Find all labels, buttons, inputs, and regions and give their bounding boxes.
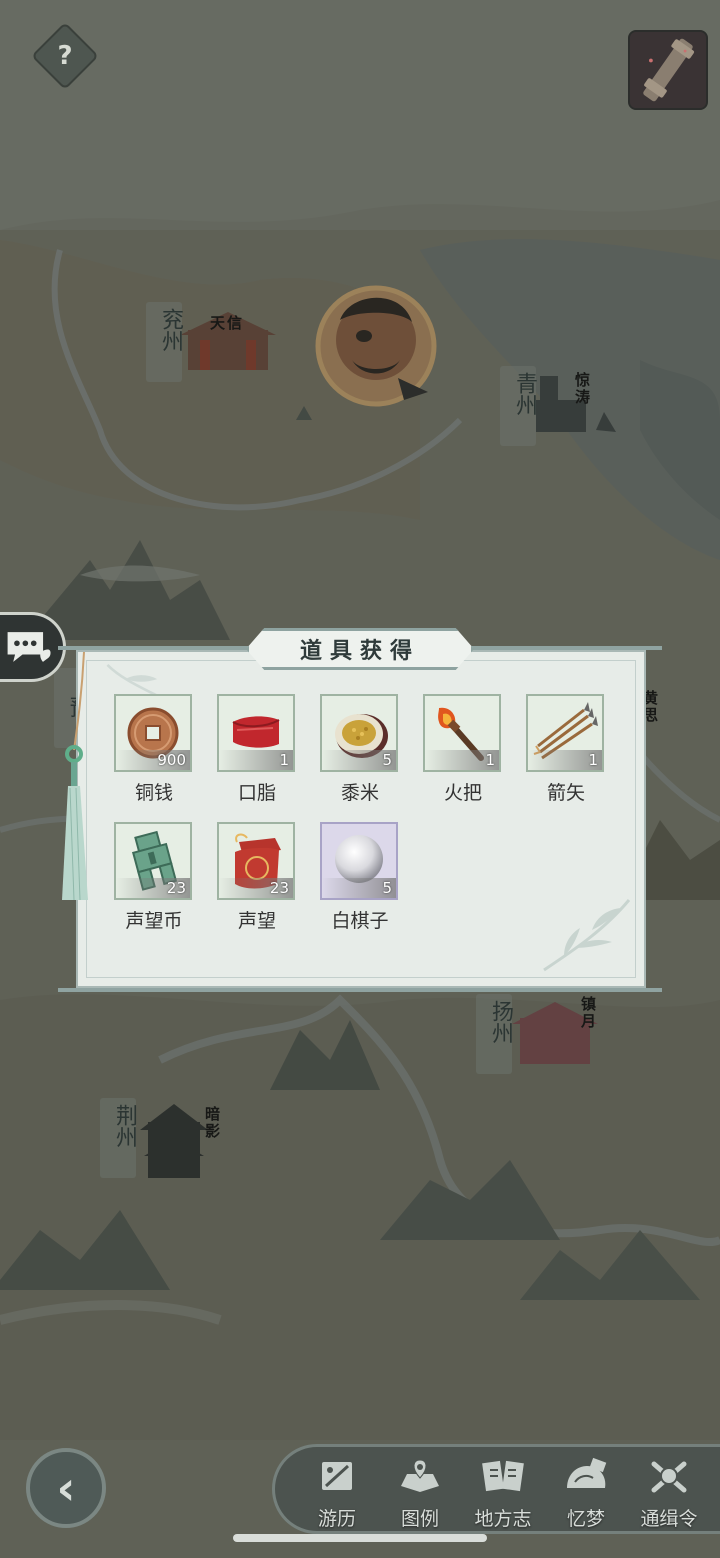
item-name: 铜钱 xyxy=(134,782,173,804)
nav-item-gazetteer[interactable]: 地方志 xyxy=(460,1456,546,1531)
panel-rule-bottom xyxy=(58,988,662,992)
scroll-tool-button[interactable] xyxy=(628,30,708,110)
item-quantity: 23 xyxy=(219,878,293,898)
item-quantity: 1 xyxy=(425,750,499,770)
scroll-tool-icon xyxy=(630,32,706,108)
item-quantity: 1 xyxy=(219,750,293,770)
item-quantity: 23 xyxy=(116,878,190,898)
dream-icon xyxy=(567,1457,607,1488)
item-name: 黍米 xyxy=(340,782,379,804)
nav-label: 图例 xyxy=(400,1508,439,1530)
item-slot: 23 xyxy=(217,822,295,900)
reward-item[interactable]: 23 声望币 xyxy=(114,822,194,933)
item-quantity: 5 xyxy=(322,878,396,898)
bamboo-decoration-icon xyxy=(543,899,631,972)
item-slot: 1 xyxy=(423,694,501,772)
item-quantity: 1 xyxy=(528,750,602,770)
home-indicator[interactable] xyxy=(233,1534,487,1542)
gazetteer-icon xyxy=(482,1460,524,1492)
nav-label: 游历 xyxy=(317,1508,356,1530)
reward-item[interactable]: 1 口脂 xyxy=(217,694,297,805)
nav-label: 忆梦 xyxy=(566,1508,605,1530)
nav-item-dream[interactable]: 忆梦 xyxy=(543,1456,629,1531)
city-label-jingzhou[interactable]: 荆州 xyxy=(100,1098,137,1178)
jade-tassel-icon xyxy=(62,652,88,901)
nav-item-travel[interactable]: 游历 xyxy=(294,1456,380,1531)
reward-item[interactable]: 1 箭矢 xyxy=(526,694,606,805)
item-quantity: 900 xyxy=(116,750,190,770)
item-quantity: 5 xyxy=(322,750,396,770)
item-slot: 5 xyxy=(320,822,398,900)
place-name-zhenyue: 镇月 xyxy=(579,996,597,1030)
reward-panel-title: 道具获得 xyxy=(246,628,474,670)
city-label-yangzhou[interactable]: 扬州 xyxy=(476,994,513,1074)
back-button[interactable]: ‹ xyxy=(26,1448,106,1528)
place-name-tianxin: 天信 xyxy=(210,314,245,332)
wanted-icon xyxy=(651,1461,687,1493)
city-label-qingzhou[interactable]: 青州 xyxy=(500,366,537,446)
legend-icon xyxy=(401,1459,439,1492)
reward-item[interactable]: 5 黍米 xyxy=(320,694,400,805)
reward-item[interactable]: 23 声望 xyxy=(217,822,297,933)
item-name: 火把 xyxy=(443,782,482,804)
place-name-anying: 暗影 xyxy=(203,1106,221,1140)
nav-item-legend[interactable]: 图例 xyxy=(377,1456,463,1531)
back-arrow-icon: ‹ xyxy=(56,1461,76,1515)
item-slot: 900 xyxy=(114,694,192,772)
reward-item[interactable]: 1 火把 xyxy=(423,694,503,805)
reward-item[interactable]: 5 白棋子 xyxy=(320,822,400,933)
item-name: 口脂 xyxy=(237,782,276,804)
nav-item-wanted[interactable]: 通缉令 xyxy=(626,1456,712,1531)
chat-button[interactable] xyxy=(0,612,66,682)
reward-item[interactable]: 900 铜钱 xyxy=(114,694,194,805)
question-icon: ? xyxy=(57,41,73,71)
city-label-yanzhou[interactable]: 兖州 xyxy=(146,302,183,382)
place-name-jingtao: 惊涛 xyxy=(573,372,591,406)
nav-label: 地方志 xyxy=(474,1508,532,1530)
item-name: 声望币 xyxy=(125,910,183,932)
item-slot: 5 xyxy=(320,694,398,772)
nav-label: 通缉令 xyxy=(640,1508,698,1530)
item-name: 白棋子 xyxy=(331,910,389,932)
item-name: 声望 xyxy=(237,910,276,932)
chat-bubble-icon xyxy=(7,632,51,662)
item-slot: 23 xyxy=(114,822,192,900)
item-slot: 1 xyxy=(526,694,604,772)
travel-icon xyxy=(322,1462,352,1490)
item-name: 箭矢 xyxy=(546,782,585,804)
item-slot: 1 xyxy=(217,694,295,772)
